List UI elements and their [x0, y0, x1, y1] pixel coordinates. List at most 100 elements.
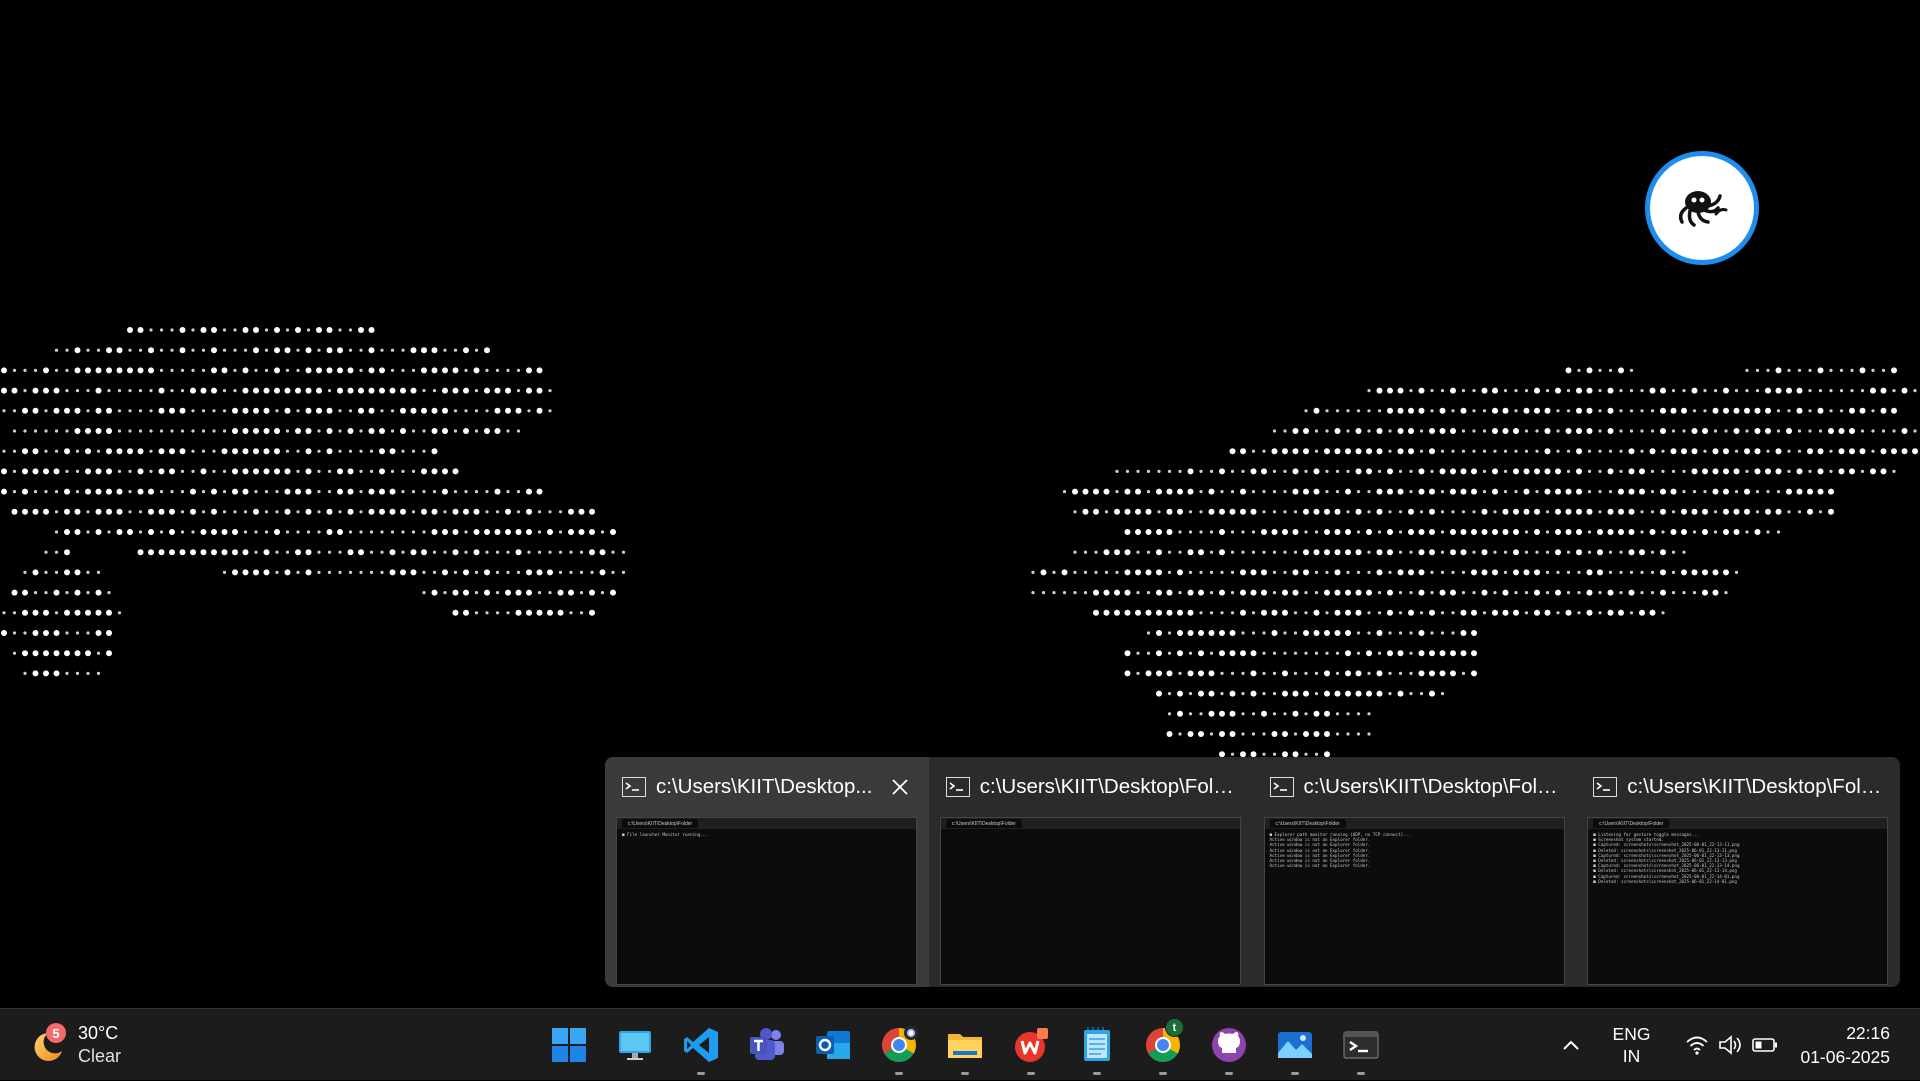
map-dot — [431, 589, 438, 596]
map-dot — [138, 530, 143, 534]
terminal-icon — [945, 777, 970, 797]
map-dot — [1576, 448, 1582, 455]
wps-office-button[interactable] — [998, 1009, 1064, 1081]
map-dot — [190, 508, 196, 515]
map-dot — [338, 409, 342, 413]
map-dot — [1430, 469, 1434, 473]
map-dot — [32, 650, 39, 657]
outlook-button[interactable] — [800, 1009, 866, 1081]
map-dot — [1503, 490, 1508, 494]
map-dot — [305, 468, 312, 475]
map-dot — [1208, 710, 1215, 717]
map-dot — [579, 550, 584, 554]
map-dot — [1230, 752, 1235, 756]
map-dot — [106, 448, 112, 455]
map-dot — [254, 550, 258, 554]
map-dot — [1597, 549, 1603, 556]
map-dot — [1376, 630, 1383, 636]
map-dot — [326, 428, 333, 434]
chrome-profile-button[interactable]: t — [1130, 1009, 1196, 1081]
close-icon[interactable] — [886, 773, 914, 801]
volume-icon[interactable] — [1714, 1028, 1748, 1062]
show-desktop-button[interactable] — [602, 1009, 668, 1081]
map-dot — [463, 347, 469, 354]
map-dot — [1839, 409, 1844, 413]
map-dot — [128, 409, 132, 413]
map-dot — [1535, 490, 1539, 494]
map-dot — [1167, 631, 1172, 635]
vscode-button[interactable] — [668, 1009, 734, 1081]
start-button[interactable] — [536, 1009, 602, 1081]
chrome-button[interactable] — [866, 1009, 932, 1081]
map-dot — [1251, 550, 1256, 554]
github-icon — [1212, 1028, 1246, 1062]
wifi-icon[interactable] — [1680, 1028, 1714, 1062]
map-dot — [128, 490, 132, 494]
map-dot — [1671, 550, 1676, 554]
map-dot — [1408, 407, 1414, 414]
map-dot — [1734, 490, 1739, 494]
terminal-button[interactable] — [1328, 1009, 1394, 1081]
thumb-terminal-output: ■ Explorer path monitor running (UDP, no… — [1269, 832, 1411, 869]
map-dot — [1629, 570, 1634, 575]
map-dot — [158, 407, 165, 414]
map-dot — [201, 409, 206, 413]
map-dot — [1292, 468, 1299, 475]
map-dot — [1314, 591, 1319, 595]
map-dot — [180, 389, 185, 393]
preview-card-4[interactable]: c:\Users\KIIT\Desktop\Folde... c:\Users\… — [1576, 757, 1900, 987]
map-dot — [263, 448, 270, 455]
photos-icon — [1278, 1032, 1312, 1058]
map-dot — [1860, 469, 1865, 473]
clock[interactable]: 22:16 01-06-2025 — [1800, 1021, 1890, 1069]
map-dot — [536, 367, 543, 374]
photos-button[interactable] — [1262, 1009, 1328, 1081]
map-dot — [1178, 671, 1182, 676]
map-dot — [1304, 651, 1308, 655]
map-dot — [1293, 631, 1298, 635]
battery-icon[interactable] — [1748, 1028, 1782, 1062]
map-dot — [347, 428, 354, 434]
clock-time: 22:16 — [1846, 1023, 1890, 1043]
map-dot — [242, 549, 249, 556]
map-dot — [1860, 429, 1865, 433]
map-dot — [1094, 570, 1098, 575]
input-language-indicator[interactable]: ENG IN — [1613, 1023, 1651, 1067]
map-dot — [285, 328, 290, 332]
map-dot — [1177, 650, 1183, 657]
map-dot — [1146, 469, 1151, 473]
profile-badge: t — [1165, 1018, 1184, 1037]
map-dot — [431, 367, 438, 374]
show-hidden-icons-chevron-icon[interactable] — [1553, 1027, 1589, 1063]
map-dot — [1314, 692, 1319, 696]
map-dot — [86, 570, 90, 575]
preview-card-3[interactable]: c:\Users\KIIT\Desktop\Folde... c:\Users\… — [1253, 757, 1577, 987]
weather-widget[interactable]: 5 30°C Clear — [26, 1021, 121, 1069]
map-dot — [1397, 488, 1404, 495]
map-dot — [274, 327, 280, 333]
map-dot — [170, 490, 174, 494]
map-dot — [169, 529, 175, 535]
map-dot — [137, 488, 144, 495]
map-dot — [1471, 529, 1477, 535]
map-dot — [1534, 529, 1540, 535]
map-dot — [190, 488, 196, 495]
github-desktop-button[interactable] — [1196, 1009, 1262, 1081]
map-dot — [295, 327, 301, 333]
teams-button[interactable] — [734, 1009, 800, 1081]
preview-card-1[interactable]: c:\Users\KIIT\Desktop... c:\Users\KIIT\D… — [605, 757, 929, 987]
map-dot — [464, 530, 468, 534]
map-dot — [1817, 367, 1824, 374]
file-explorer-button[interactable] — [932, 1009, 998, 1081]
notepad-button[interactable] — [1064, 1009, 1130, 1081]
map-dot — [1723, 468, 1729, 475]
map-dot — [53, 407, 60, 414]
map-dot — [1545, 530, 1550, 534]
floating-octopus-avatar[interactable] — [1645, 151, 1759, 265]
map-dot — [1292, 710, 1299, 717]
map-dot — [1523, 468, 1530, 475]
taskbar-preview-flyout: c:\Users\KIIT\Desktop... c:\Users\KIIT\D… — [605, 757, 1900, 987]
map-dot — [485, 550, 489, 554]
preview-card-2[interactable]: c:\Users\KIIT\Desktop\Folde... c:\Users\… — [929, 757, 1253, 987]
map-dot — [1472, 409, 1476, 413]
